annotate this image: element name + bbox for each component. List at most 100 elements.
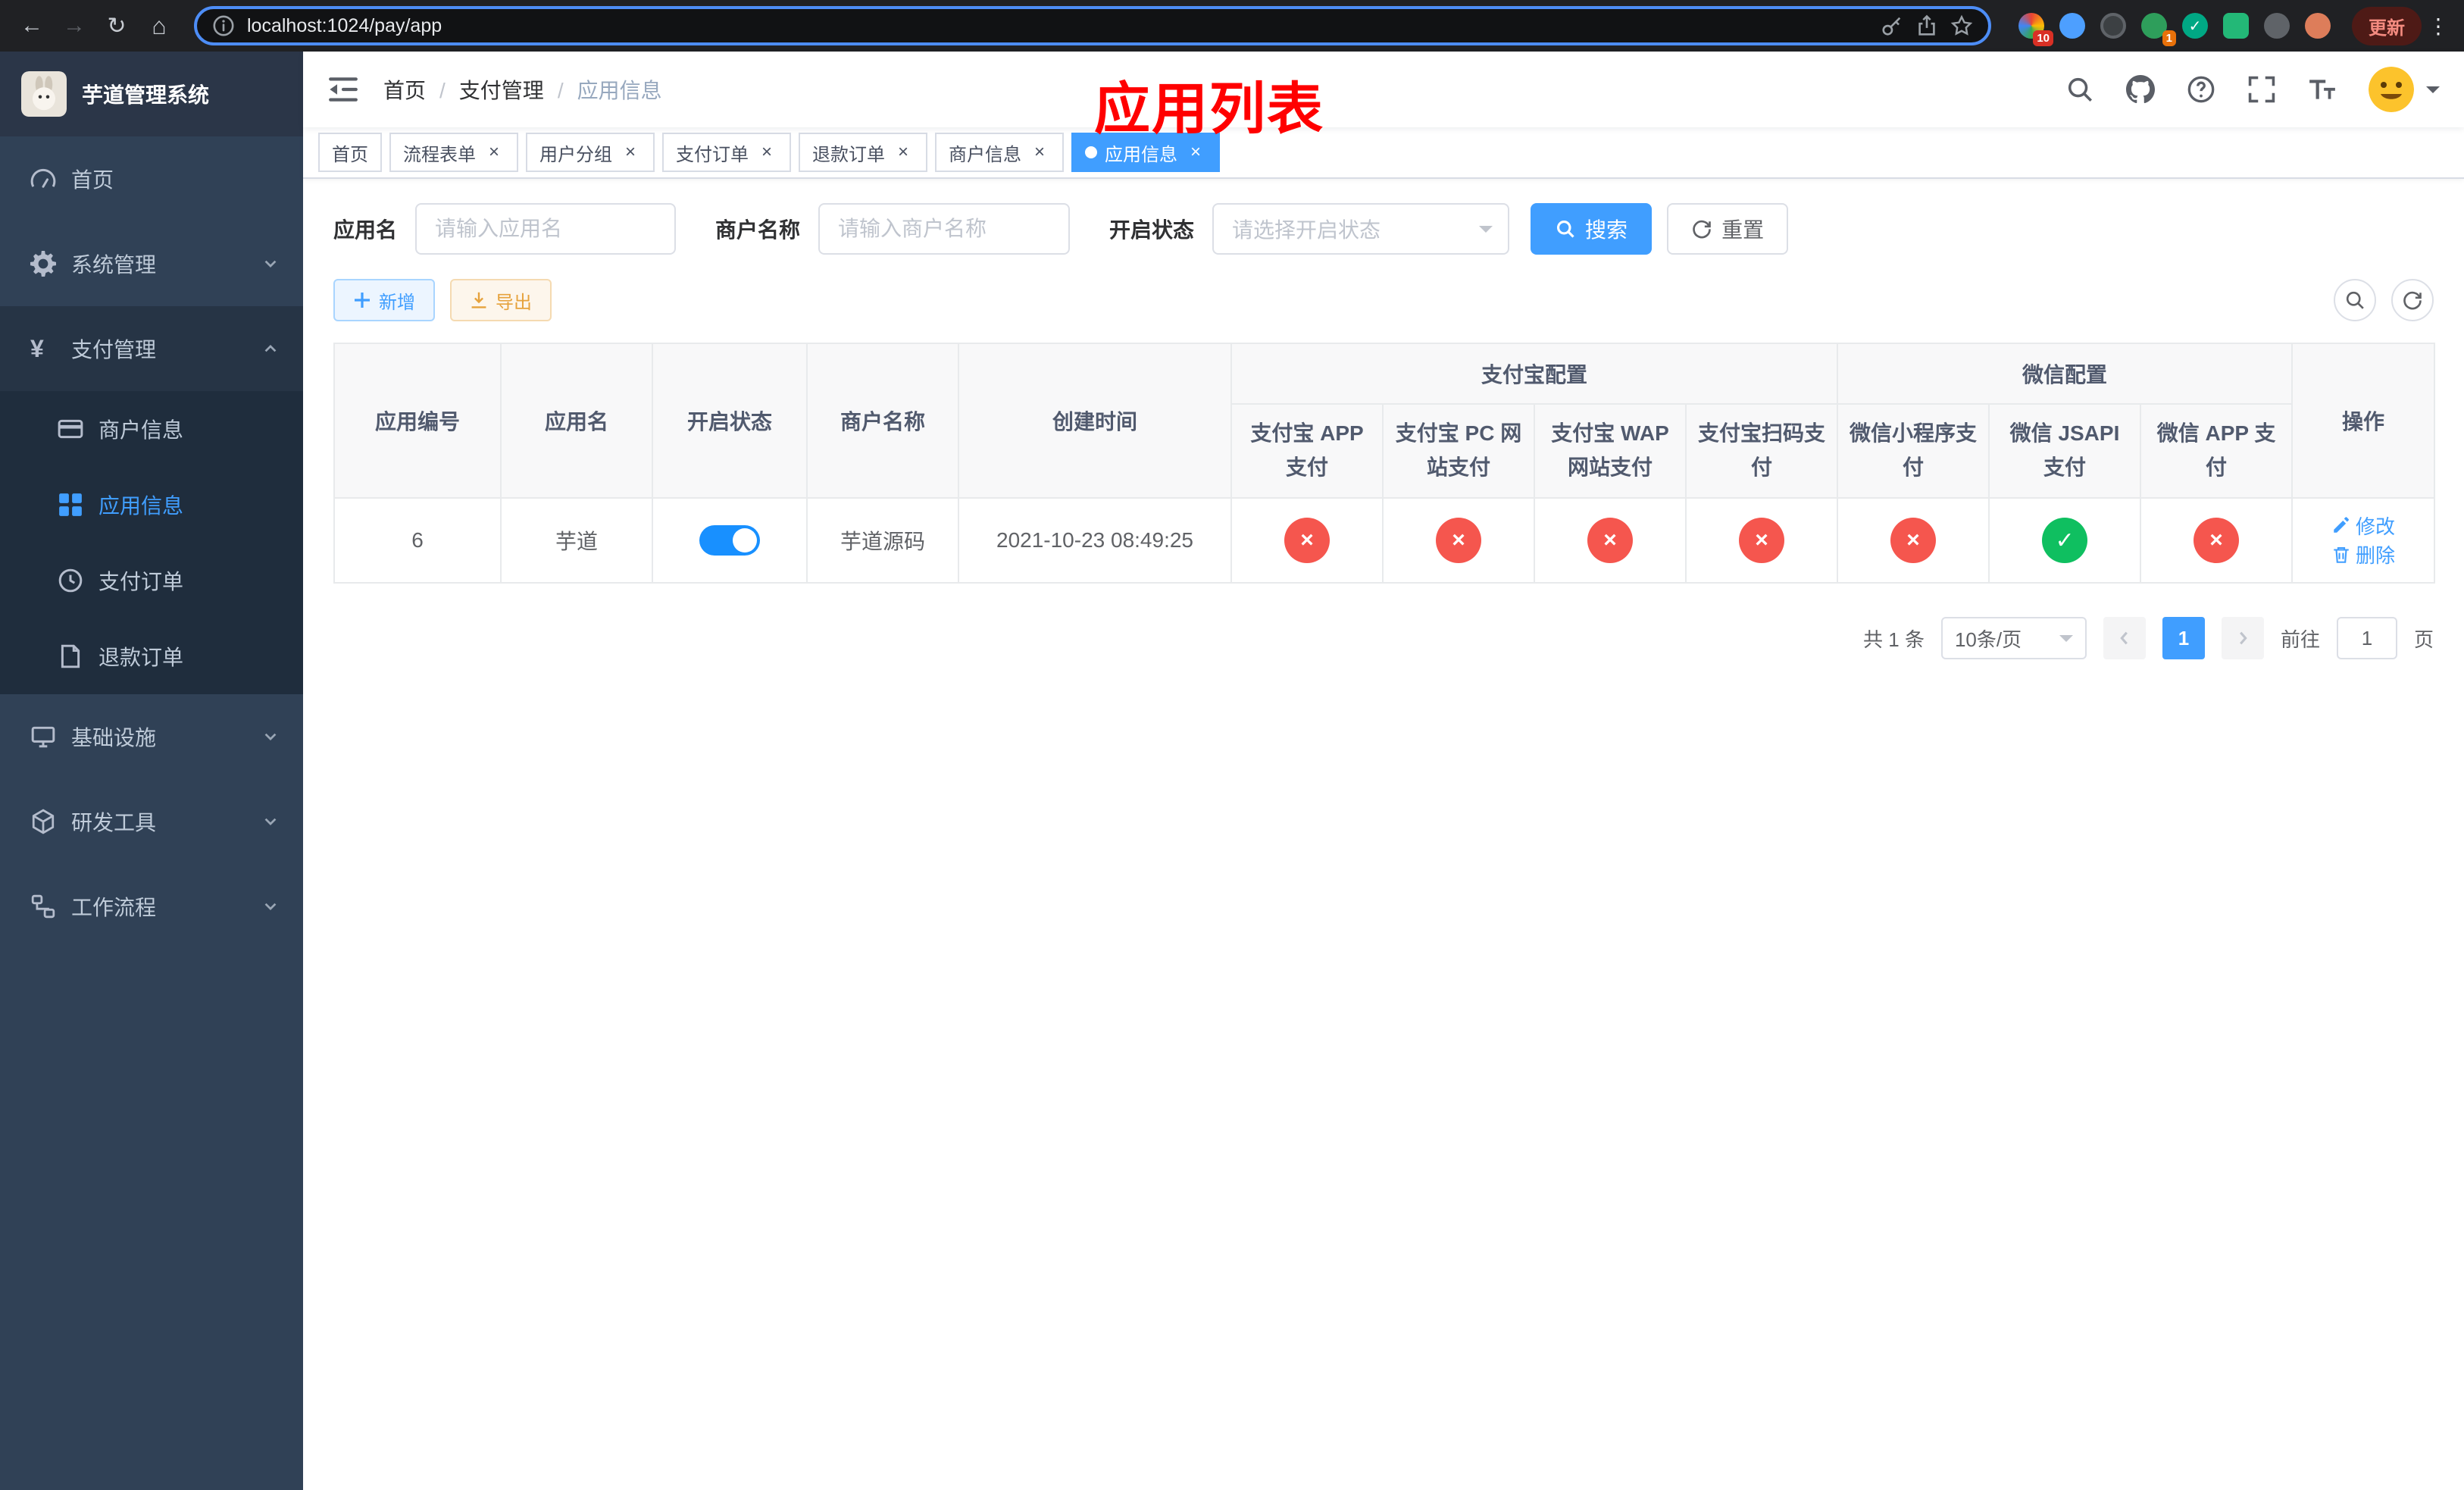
breadcrumb-item[interactable]: 首页 [383, 74, 426, 105]
extension-blue-icon[interactable] [2059, 13, 2085, 39]
plus-icon [353, 291, 371, 309]
bookmark-star-icon[interactable] [1950, 14, 1973, 37]
tab-pay-order[interactable]: 支付订单 [662, 133, 791, 172]
search-icon[interactable] [2065, 75, 2094, 104]
app-logo-row[interactable]: 芋道管理系统 [0, 52, 303, 136]
sidebar-item-system[interactable]: 系统管理 [0, 221, 303, 306]
extension-dark-icon[interactable] [2100, 13, 2126, 39]
extension-check-icon[interactable]: ✓ [2182, 13, 2208, 39]
tab-refund-order[interactable]: 退款订单 [799, 133, 927, 172]
column-header: 微信 APP 支付 [2140, 403, 2294, 499]
close-icon[interactable] [1029, 142, 1050, 163]
gear-icon [30, 251, 56, 277]
current-page[interactable]: 1 [2162, 617, 2205, 659]
tab-merchant-info[interactable]: 商户信息 [935, 133, 1064, 172]
page-content: 应用名 商户名称 开启状态 请选择开启状态 搜索 [303, 179, 2464, 1490]
grid-icon [58, 492, 83, 518]
column-header: 微信小程序支付 [1837, 403, 1990, 499]
page-unit-label: 页 [2413, 628, 2434, 651]
sidebar-item-home[interactable]: 首页 [0, 136, 303, 221]
wechat-jsapi-status-icon: ✓ [2042, 518, 2088, 563]
table-tools [2334, 279, 2434, 321]
tab-user-group[interactable]: 用户分组 [526, 133, 655, 172]
column-header: 支付宝扫码支付 [1684, 403, 1839, 499]
edit-button[interactable]: 修改 [2331, 512, 2395, 540]
pencil-icon [2334, 517, 2349, 533]
extension-avatar-icon[interactable] [2305, 13, 2331, 39]
alipay-app-status-icon: × [1284, 518, 1330, 563]
browser-update-button[interactable]: 更新 [2352, 6, 2422, 45]
reset-button[interactable]: 重置 [1667, 203, 1789, 255]
reload-icon[interactable] [97, 6, 136, 45]
close-icon[interactable] [756, 142, 777, 163]
app-frame: 芋道管理系统 首页 系统管理 ¥ 支付管理 商户信息 应用信息 支付订单 退款订… [0, 52, 2464, 1490]
password-key-icon[interactable] [1881, 14, 1903, 37]
url-text: localhost:1024/pay/app [247, 14, 442, 36]
cell-actions: 修改 删除 [2291, 497, 2436, 584]
tab-home[interactable]: 首页 [318, 133, 382, 172]
prev-page-button[interactable] [2103, 617, 2146, 659]
clock-icon [58, 568, 83, 593]
address-bar[interactable]: localhost:1024/pay/app [194, 6, 1991, 45]
sidebar-item-pay-order[interactable]: 支付订单 [0, 543, 303, 618]
github-icon[interactable] [2126, 75, 2155, 104]
home-icon[interactable] [139, 6, 179, 45]
bank-card-icon [58, 416, 83, 442]
pagination-total: 共 1 条 [1863, 628, 1925, 651]
filter-form: 应用名 商户名称 开启状态 请选择开启状态 搜索 [333, 203, 2434, 255]
close-icon[interactable] [893, 142, 914, 163]
chevron-down-icon [2059, 635, 2073, 649]
status-select[interactable]: 请选择开启状态 [1212, 203, 1510, 255]
chevron-down-icon [2426, 86, 2440, 100]
toolbar-search-button[interactable] [2334, 279, 2376, 321]
close-icon[interactable] [483, 142, 505, 163]
page-size-select[interactable]: 10条/页 [1940, 617, 2087, 659]
extension-profile-icon[interactable]: 1 [2141, 13, 2176, 46]
sidebar-item-payment[interactable]: ¥ 支付管理 [0, 306, 303, 391]
fullscreen-icon[interactable] [2247, 75, 2276, 104]
browser-chrome: localhost:1024/pay/app 10 1 ✓ [0, 0, 2464, 52]
extension-badge: 1 [2162, 30, 2176, 46]
close-icon[interactable] [620, 142, 641, 163]
font-size-icon[interactable] [2308, 75, 2337, 104]
delete-button[interactable]: 删除 [2331, 540, 2395, 568]
sidebar-item-refund-order[interactable]: 退款订单 [0, 618, 303, 694]
dashboard-icon [30, 166, 56, 192]
sidebar-item-merchant-info[interactable]: 商户信息 [0, 391, 303, 467]
info-icon[interactable] [212, 14, 235, 37]
refresh-icon [1691, 218, 1712, 239]
chevron-down-icon [262, 898, 279, 915]
goto-page-input[interactable] [2336, 617, 2397, 659]
breadcrumb-item[interactable]: 支付管理 [426, 74, 544, 105]
browser-menu-icon[interactable] [2425, 14, 2452, 39]
extension-chat-icon[interactable] [2223, 13, 2249, 39]
toolbar-refresh-button[interactable] [2391, 279, 2434, 321]
app-name-input[interactable] [415, 203, 677, 255]
export-button[interactable]: 导出 [450, 279, 552, 321]
forward-icon[interactable] [55, 6, 94, 45]
sidebar-item-workflow[interactable]: 工作流程 [0, 864, 303, 949]
sidebar-item-devtools[interactable]: 研发工具 [0, 779, 303, 864]
close-icon[interactable] [1185, 142, 1206, 163]
column-header: 支付宝 APP 支付 [1230, 403, 1384, 499]
screen: localhost:1024/pay/app 10 1 ✓ [0, 0, 2464, 1490]
extension-colorful-icon[interactable]: 10 [2018, 13, 2053, 46]
sidebar-item-app-info[interactable]: 应用信息 [0, 467, 303, 543]
table-toolbar: 新增 导出 [333, 279, 2434, 321]
status-toggle[interactable] [699, 525, 760, 556]
pagination: 共 1 条 10条/页 1 前往 页 [333, 617, 2434, 659]
user-menu[interactable] [2369, 67, 2440, 112]
sidebar-toggle-icon[interactable] [327, 75, 359, 104]
merchant-name-input[interactable] [818, 203, 1071, 255]
alipay-pc-status-icon: × [1436, 518, 1481, 563]
search-button[interactable]: 搜索 [1531, 203, 1653, 255]
add-button[interactable]: 新增 [333, 279, 435, 321]
sidebar-item-infra[interactable]: 基础设施 [0, 694, 303, 779]
help-icon[interactable] [2187, 75, 2215, 104]
back-icon[interactable] [12, 6, 52, 45]
tab-process-form[interactable]: 流程表单 [389, 133, 518, 172]
share-icon[interactable] [1915, 14, 1938, 37]
breadcrumb: 首页 支付管理 应用信息 [383, 74, 662, 105]
next-page-button[interactable] [2221, 617, 2264, 659]
extension-puzzle-icon[interactable] [2264, 13, 2290, 39]
